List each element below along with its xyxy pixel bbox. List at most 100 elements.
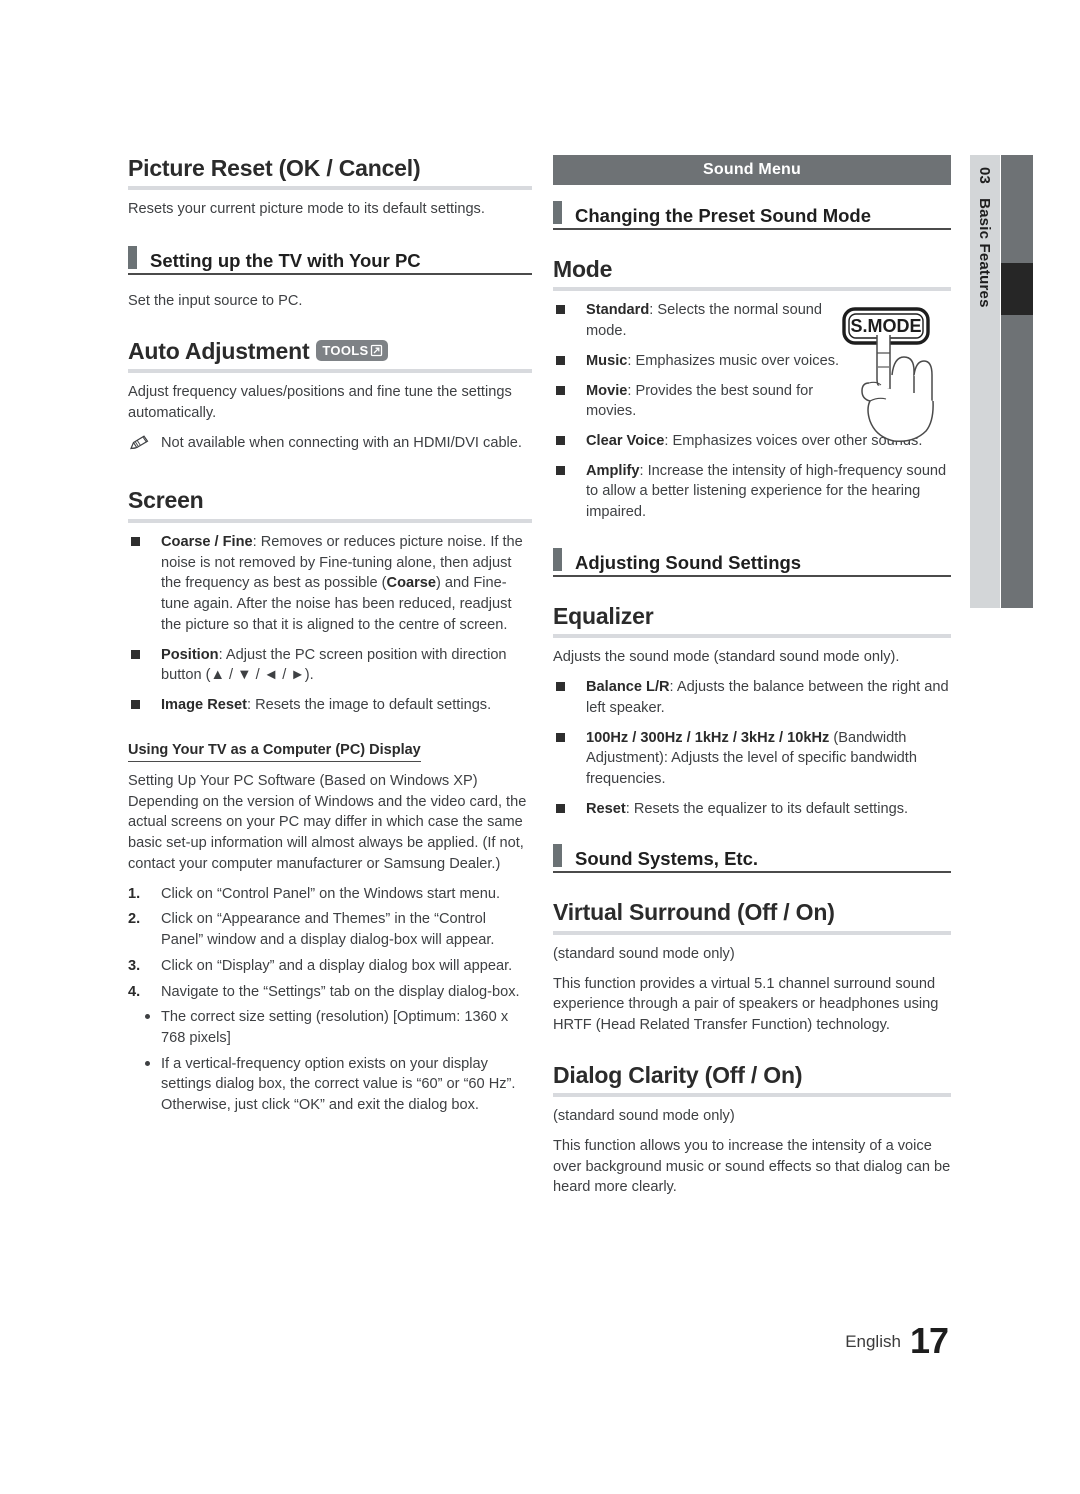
list-item: Music: Emphasizes music over voices. <box>553 351 851 372</box>
list-item: The correct size setting (resolution) [O… <box>128 1007 532 1048</box>
list-item: If a vertical-frequency option exists on… <box>128 1054 532 1116</box>
bullet-term: Position <box>161 646 219 663</box>
heading-rule <box>553 634 951 639</box>
step-number: 1. <box>128 885 141 902</box>
heading-rule <box>553 287 951 292</box>
list-item: Reset: Resets the equalizer to its defau… <box>553 799 951 820</box>
heading-rule <box>128 186 532 191</box>
bullet-term-inline: Coarse <box>386 575 437 592</box>
bullet-term: Amplify <box>586 462 640 479</box>
left-column: Picture Reset (OK / Cancel) Resets your … <box>128 155 532 1121</box>
equalizer-body: Adjusts the sound mode (standard sound m… <box>553 649 900 666</box>
virtual-surround-note: (standard sound mode only) <box>553 945 735 962</box>
virtual-surround-body: This function provides a virtual 5.1 cha… <box>553 975 939 1033</box>
virtual-surround-heading: Virtual Surround (Off / On) <box>553 899 835 926</box>
sound-menu-bar: Sound Menu <box>553 155 951 185</box>
list-item: 100Hz / 300Hz / 1kHz / 3kHz / 10kHz (Ban… <box>553 728 951 790</box>
svg-text:S.MODE: S.MODE <box>850 316 921 336</box>
sound-menu-bar-label: Sound Menu <box>703 161 801 178</box>
tools-badge-label: TOOLS <box>322 342 369 358</box>
bullet-text: : Resets the image to default settings. <box>246 696 492 713</box>
sound-systems-subhead: Sound Systems, Etc. <box>553 844 951 870</box>
page-footer: English 17 <box>0 1320 1080 1362</box>
chapter-side-tab-text: 03 Basic Features <box>970 155 1000 608</box>
list-item: Image Reset: Resets the image to default… <box>128 695 532 716</box>
subhead-tick-icon <box>128 246 137 270</box>
adjusting-sound-subhead-label: Adjusting Sound Settings <box>575 551 802 573</box>
heading-rule <box>128 518 532 523</box>
dialog-clarity-body: This function allows you to increase the… <box>553 1137 951 1196</box>
screen-bullet-list: Coarse / Fine: Removes or reduces pictur… <box>128 532 532 716</box>
bullet-term: Image Reset <box>161 696 247 713</box>
auto-adjustment-heading: Auto Adjustment TOOLS <box>128 338 532 369</box>
auto-adjustment-note: Not available when connecting with an HD… <box>128 433 532 454</box>
step-number: 4. <box>128 983 141 1000</box>
bullet-term: Clear Voice <box>586 433 665 450</box>
preset-sound-subhead: Changing the Preset Sound Mode <box>553 201 951 226</box>
heading-rule <box>553 930 951 935</box>
list-item: Movie: Provides the best sound for movie… <box>553 381 851 422</box>
setting-up-pc-subhead: Setting up the TV with Your PC <box>128 246 532 271</box>
bullet-term: Balance L/R <box>586 679 670 696</box>
pc-display-mini-heading-wrap: Using Your TV as a Computer (PC) Display <box>128 741 532 763</box>
bullet-term: Standard <box>586 302 650 319</box>
list-item: Amplify: Increase the intensity of high-… <box>553 461 951 523</box>
step-number: 3. <box>128 957 141 974</box>
subhead-tick-icon <box>553 201 562 224</box>
preset-sound-subhead-label: Changing the Preset Sound Mode <box>575 204 872 226</box>
equalizer-heading: Equalizer <box>553 602 654 629</box>
list-item: Standard: Selects the normal sound mode. <box>553 300 851 341</box>
sound-systems-subhead-label: Sound Systems, Etc. <box>575 848 758 870</box>
subhead-tick-icon <box>553 547 562 571</box>
pc-display-mini-heading: Using Your TV as a Computer (PC) Display <box>128 742 421 763</box>
smode-button-illustration: S.MODE <box>836 305 952 445</box>
bullet-text: : Emphasizes music over voices. <box>627 352 840 369</box>
step-number: 2. <box>128 911 141 928</box>
footer-page-number: 17 <box>909 1320 949 1361</box>
dialog-clarity-heading: Dialog Clarity (Off / On) <box>553 1061 803 1088</box>
heading-rule <box>128 369 532 374</box>
picture-reset-heading: Picture Reset (OK / Cancel) <box>128 155 421 181</box>
screen-heading: Screen <box>128 487 204 514</box>
pc-display-steps: 1. Click on “Control Panel” on the Window… <box>128 884 532 1003</box>
auto-adjustment-heading-label: Auto Adjustment <box>128 337 310 364</box>
list-item: Coarse / Fine: Removes or reduces pictur… <box>128 532 532 636</box>
list-item: 3. Click on “Display” and a display dialo… <box>128 956 532 977</box>
step-text: Click on “Control Panel” on the Windows … <box>161 885 501 902</box>
auto-adjustment-body: Adjust frequency values/positions and fi… <box>128 384 512 422</box>
bullet-term: Music <box>586 352 628 369</box>
pencil-note-icon <box>128 434 152 452</box>
tools-enter-icon <box>370 344 383 357</box>
chapter-index-marker <box>1001 263 1033 315</box>
chapter-title: Basic Features <box>976 198 994 308</box>
chapter-side-tab: 03 Basic Features <box>970 155 1000 608</box>
chapter-number: 03 <box>976 167 994 185</box>
heading-rule <box>553 1093 951 1098</box>
picture-reset-body: Resets your current picture mode to its … <box>128 201 485 218</box>
step-text: Click on “Appearance and Themes” in the … <box>161 911 495 949</box>
manual-page: Picture Reset (OK / Cancel) Resets your … <box>0 0 1080 1494</box>
equalizer-bullet-list: Balance L/R: Adjusts the balance between… <box>553 677 951 819</box>
bullet-term: Coarse / Fine <box>161 533 253 550</box>
mode-heading: Mode <box>553 256 613 282</box>
pc-display-bullets: The correct size setting (resolution) [O… <box>128 1007 532 1116</box>
bullet-term: 100Hz / 300Hz / 1kHz / 3kHz / 10kHz <box>586 729 830 746</box>
list-item: 4. Navigate to the “Settings” tab on the … <box>128 982 532 1003</box>
tools-badge[interactable]: TOOLS <box>316 339 389 361</box>
footer-language: English <box>845 1332 901 1351</box>
list-item: Balance L/R: Adjusts the balance between… <box>553 677 951 718</box>
setting-up-pc-subhead-label: Setting up the TV with Your PC <box>150 249 421 271</box>
list-item: Position: Adjust the PC screen position … <box>128 645 532 686</box>
bullet-term: Reset <box>586 800 626 817</box>
list-item: 1. Click on “Control Panel” on the Window… <box>128 884 532 905</box>
list-item: 2. Click on “Appearance and Themes” in th… <box>128 909 532 950</box>
auto-adjustment-note-text: Not available when connecting with an HD… <box>161 434 522 451</box>
bullet-text: : Resets the equalizer to its default se… <box>625 800 909 817</box>
chapter-index-bar <box>1001 155 1033 608</box>
step-text: Click on “Display” and a display dialog … <box>161 957 513 974</box>
dialog-clarity-note: (standard sound mode only) <box>553 1108 735 1125</box>
bullet-term: Movie <box>586 382 628 399</box>
setting-up-pc-body: Set the input source to PC. <box>128 293 303 310</box>
step-text: Navigate to the “Settings” tab on the di… <box>161 983 520 1000</box>
subhead-tick-icon <box>553 844 562 868</box>
